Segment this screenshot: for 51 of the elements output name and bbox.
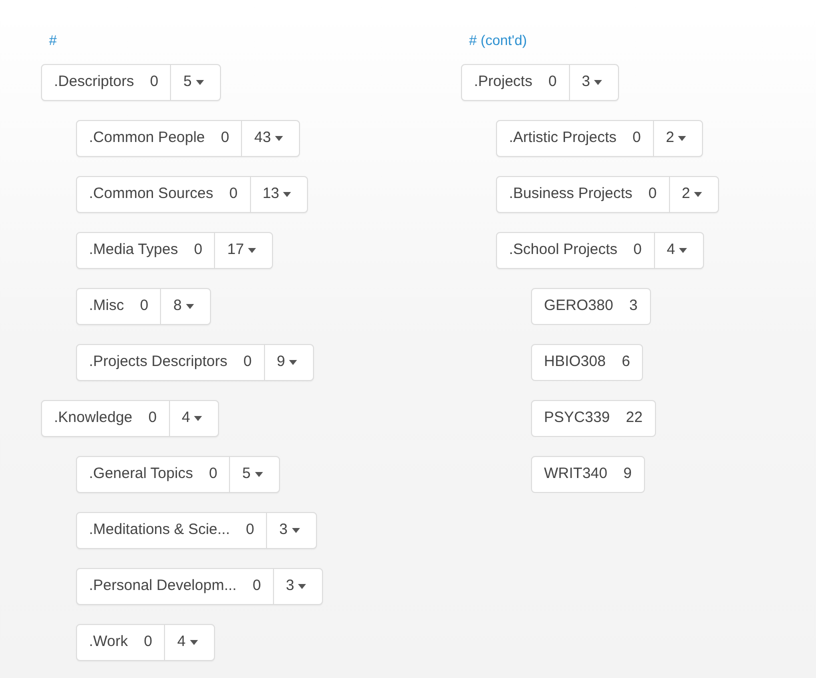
dropdown-button[interactable]: 3 (272, 569, 322, 604)
dropdown-button[interactable]: 8 (160, 289, 210, 324)
caret-icon (298, 584, 306, 589)
dropdown-button[interactable]: 43 (241, 121, 299, 156)
tag-button[interactable]: .Common Sources 0 (77, 177, 250, 212)
dropdown-button[interactable]: 4 (654, 233, 704, 268)
dropdown-button[interactable]: 13 (250, 177, 308, 212)
dropdown-button[interactable]: 3 (568, 65, 618, 100)
caret-icon (679, 248, 688, 253)
tag-button[interactable]: .Projects Descriptors 0 (77, 345, 264, 380)
section-heading: # (48, 31, 58, 50)
tag-button[interactable]: PSYC339 22 (531, 400, 656, 437)
dropdown-button[interactable]: 9 (264, 345, 314, 380)
tag-button[interactable]: .Misc 0 (77, 289, 160, 324)
caret-icon (694, 192, 702, 197)
tag-button[interactable]: .Projects 0 (462, 65, 569, 100)
dropdown-button[interactable]: 4 (164, 625, 214, 660)
tag-button[interactable]: .Common People 0 (77, 121, 242, 156)
tag-button[interactable]: GERO380 3 (531, 288, 651, 325)
caret-icon (186, 304, 194, 309)
tag-button[interactable]: .Work 0 (77, 625, 164, 660)
caret-icon (254, 472, 263, 477)
caret-icon (248, 248, 256, 253)
dropdown-button[interactable]: 3 (266, 513, 316, 548)
caret-icon (274, 136, 283, 141)
section-heading: # (cont'd) (468, 31, 528, 50)
caret-icon (194, 416, 202, 421)
dropdown-button[interactable]: 5 (170, 65, 220, 100)
tag-button[interactable]: .Artistic Projects 0 (497, 121, 653, 156)
caret-icon (190, 640, 198, 645)
caret-icon (196, 80, 204, 85)
dropdown-button[interactable]: 5 (229, 457, 279, 492)
caret-icon (289, 360, 298, 365)
dropdown-button[interactable]: 17 (214, 233, 272, 268)
caret-icon (594, 80, 602, 85)
tag-button[interactable]: .School Projects 0 (497, 233, 654, 268)
tag-button[interactable]: .Business Projects 0 (497, 177, 669, 212)
caret-icon (283, 192, 292, 197)
tag-button[interactable]: .General Topics 0 (77, 457, 230, 492)
dropdown-button[interactable]: 2 (652, 121, 702, 156)
tag-button[interactable]: .Personal Developm... 0 (77, 569, 273, 604)
tag-button[interactable]: .Media Types 0 (77, 233, 214, 268)
tag-button[interactable]: .Meditations & Scie... 0 (77, 513, 266, 548)
caret-icon (292, 528, 300, 533)
tag-button[interactable]: .Knowledge 0 (42, 401, 169, 436)
dropdown-button[interactable]: 2 (668, 177, 718, 212)
tag-button[interactable]: .Descriptors 0 (42, 65, 170, 100)
caret-icon (678, 136, 686, 141)
tag-button[interactable]: WRIT340 9 (531, 456, 645, 493)
tag-button[interactable]: HBIO308 6 (531, 344, 644, 381)
dropdown-button[interactable]: 4 (168, 401, 218, 436)
